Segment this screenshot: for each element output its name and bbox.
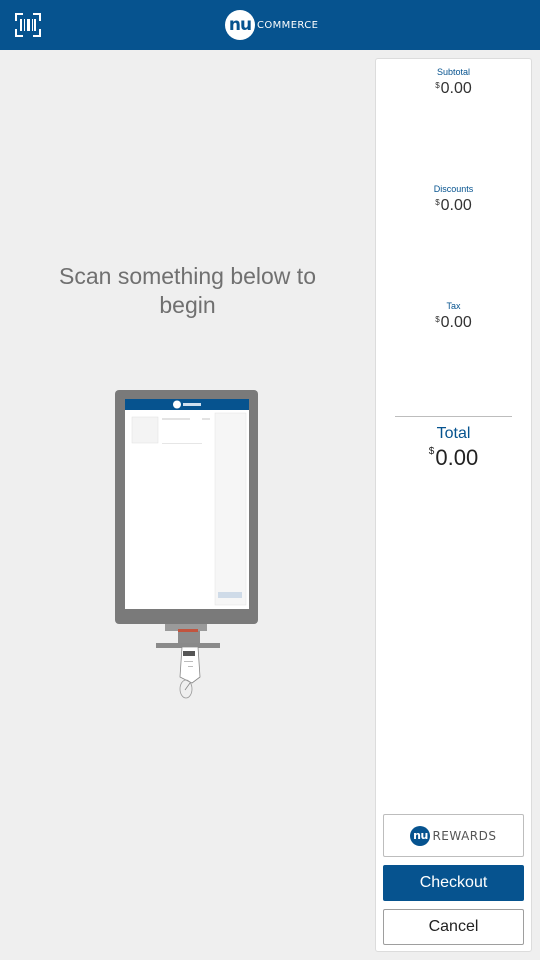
total-amount: 0.00 — [435, 445, 479, 470]
discounts-block: Discounts $0.00 — [376, 184, 531, 215]
subtotal-amount: 0.00 — [440, 80, 472, 97]
tax-label: Tax — [446, 301, 461, 311]
tax-block: Tax $0.00 — [376, 301, 531, 332]
subtotal-value: $0.00 — [376, 80, 531, 98]
currency-symbol: $ — [435, 315, 440, 324]
subtotal-label: Subtotal — [436, 67, 471, 77]
subtotal-block: Subtotal $0.00 — [376, 67, 531, 98]
currency-symbol: $ — [435, 198, 440, 207]
currency-symbol: $ — [428, 446, 435, 457]
rewards-label: REWARDS — [432, 828, 497, 843]
barcode-scan-icon[interactable] — [15, 13, 41, 37]
discounts-amount: 0.00 — [440, 197, 472, 214]
currency-symbol: $ — [435, 81, 440, 90]
discounts-value: $0.00 — [376, 197, 531, 215]
tax-amount: 0.00 — [440, 314, 472, 331]
brand-logo: nu COMMERCE — [225, 10, 318, 40]
tax-value: $0.00 — [376, 314, 531, 332]
total-label: Total — [436, 425, 471, 442]
total-block: Total $0.00 — [376, 425, 531, 471]
discounts-label: Discounts — [433, 184, 474, 194]
kiosk-scanner-illustration — [110, 385, 270, 705]
rewards-logo-mark: nu — [410, 825, 431, 846]
order-summary-panel: Subtotal $0.00 Discounts $0.00 Tax $0.00… — [375, 58, 532, 952]
scan-prompt: Scan something below to begin — [59, 263, 316, 318]
checkout-button[interactable]: Checkout — [383, 865, 524, 901]
cancel-button[interactable]: Cancel — [383, 909, 524, 945]
rewards-button[interactable]: nu REWARDS — [383, 814, 524, 857]
summary-divider — [395, 416, 512, 417]
brand-name: COMMERCE — [257, 19, 319, 31]
top-bar: nu COMMERCE — [0, 0, 540, 50]
brand-logo-mark: nu — [225, 10, 255, 40]
total-value: $0.00 — [376, 445, 531, 471]
